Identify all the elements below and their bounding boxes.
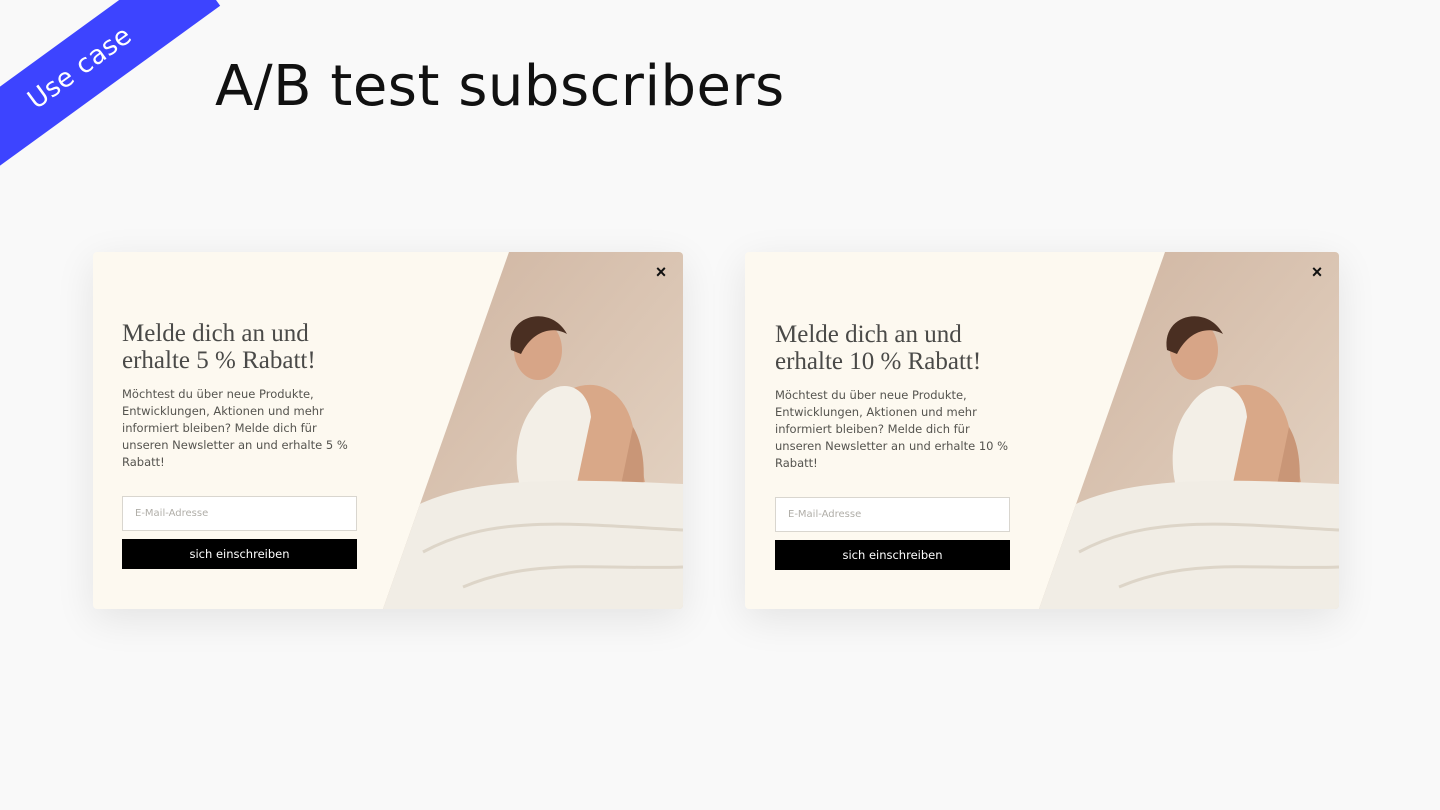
newsletter-popup-variant-a: × Melde dich an und erhalte 5 % Rabatt! … (93, 252, 683, 609)
email-input[interactable] (122, 496, 357, 531)
popup-content: Melde dich an und erhalte 5 % Rabatt! Mö… (122, 320, 362, 569)
email-input[interactable] (775, 497, 1010, 532)
subscribe-button[interactable]: sich einschreiben (122, 539, 357, 569)
ribbon-band: Use case (0, 0, 221, 183)
close-icon[interactable]: × (651, 262, 671, 282)
popup-headline: Melde dich an und erhalte 5 % Rabatt! (122, 320, 362, 374)
photo-illustration (1039, 252, 1339, 609)
headline-line-2: erhalte 5 % Rabatt! (122, 347, 316, 374)
popup-headline: Melde dich an und erhalte 10 % Rabatt! (775, 321, 1015, 375)
close-icon[interactable]: × (1307, 262, 1327, 282)
popup-body-text: Möchtest du über neue Produkte, Entwickl… (775, 388, 1009, 470)
headline-line-2: erhalte 10 % Rabatt! (775, 348, 982, 375)
subscribe-button[interactable]: sich einschreiben (775, 540, 1010, 570)
photo-illustration (383, 252, 683, 609)
popup-body-text: Möchtest du über neue Produkte, Entwickl… (122, 387, 348, 469)
newsletter-popup-variant-b: × Melde dich an und erhalte 10 % Rabatt!… (745, 252, 1339, 609)
headline-line-1: Melde dich an und (122, 320, 309, 347)
headline-line-1: Melde dich an und (775, 321, 962, 348)
popup-content: Melde dich an und erhalte 10 % Rabatt! M… (775, 321, 1015, 570)
slide-title: A/B test subscribers (215, 54, 785, 119)
woman-hugging-pillow-photo (383, 252, 683, 609)
ribbon-label: Use case (22, 20, 138, 116)
woman-hugging-pillow-photo (1039, 252, 1339, 609)
